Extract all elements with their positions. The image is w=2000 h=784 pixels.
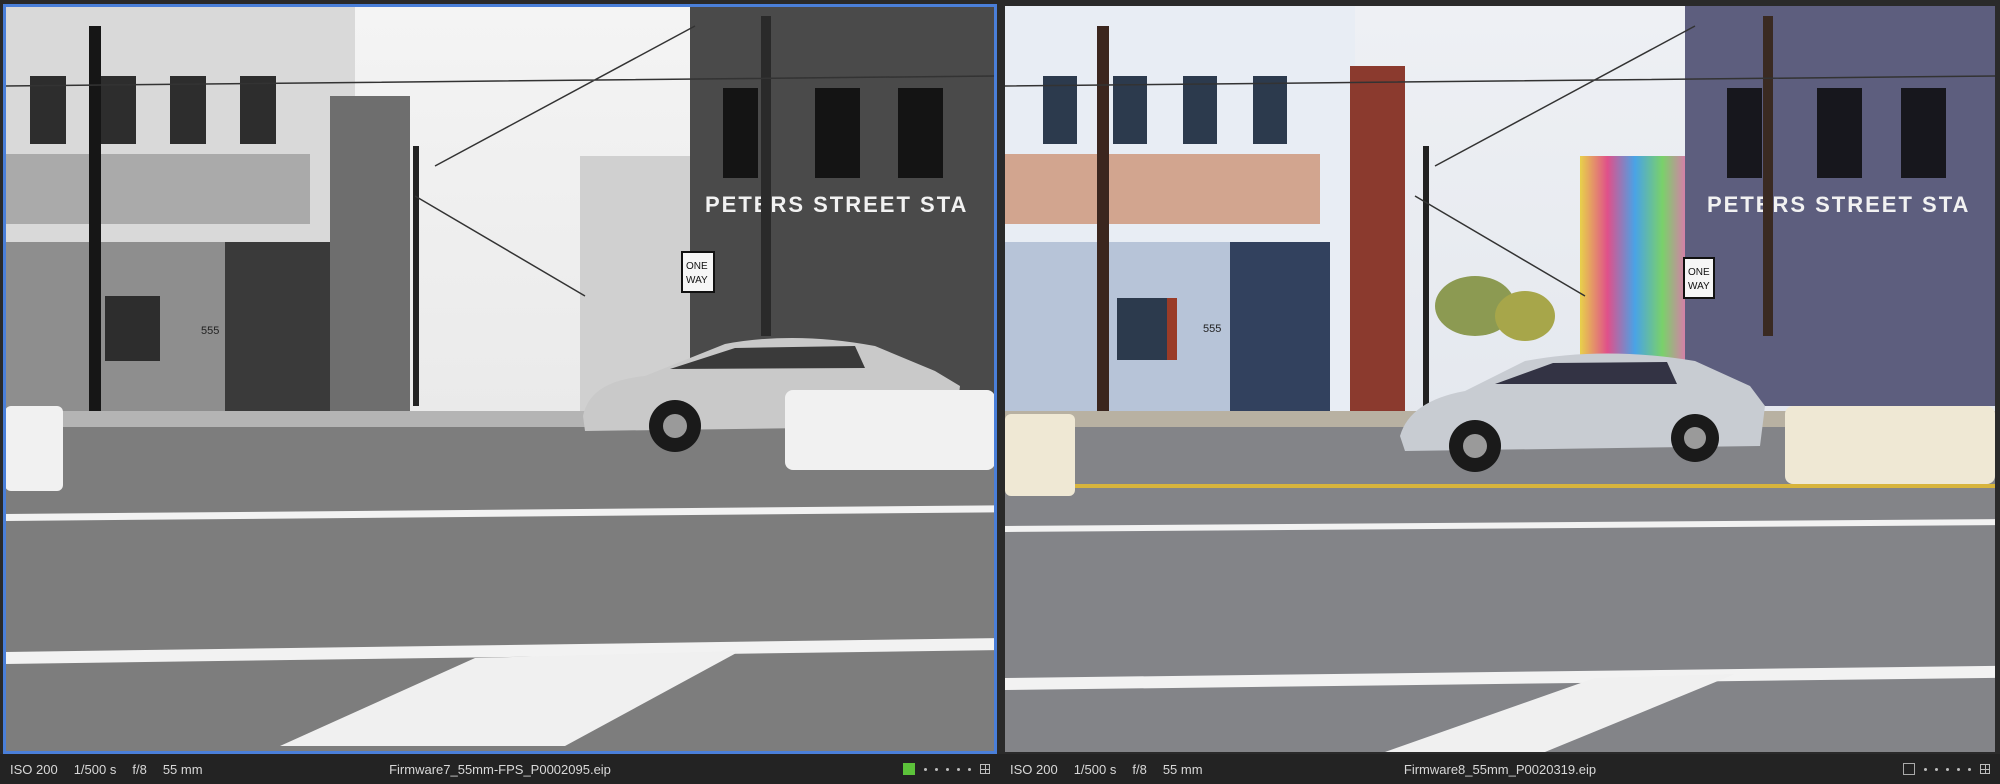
building-sign: PETERS STREET STA — [1707, 192, 1970, 217]
address-number: 555 — [1203, 323, 1221, 335]
one-way-sign-bottom: WAY — [1688, 281, 1710, 292]
rating-dot[interactable] — [1924, 767, 1927, 771]
focal-length-value: 55 mm — [162, 761, 203, 777]
left-image-viewer[interactable]: 555 PETERS STREET STA ONE WAY ISO 200 1/… — [0, 0, 1000, 784]
iso-value: ISO 200 — [10, 761, 58, 777]
rating-dot[interactable] — [935, 767, 938, 771]
rating-dot[interactable] — [924, 767, 927, 771]
one-way-sign-bottom: WAY — [686, 275, 708, 286]
star-rating[interactable] — [924, 767, 971, 771]
color-label-swatch[interactable] — [903, 763, 915, 775]
rating-dot[interactable] — [1957, 767, 1960, 771]
right-image-viewer[interactable]: 555 PETERS STREET STA ONE WAY ISO 200 1/… — [1000, 0, 2000, 784]
rating-controls[interactable] — [1903, 763, 1990, 775]
shutter-value: 1/500 s — [73, 761, 117, 777]
rating-controls[interactable] — [903, 763, 990, 775]
rating-dot[interactable] — [1946, 767, 1949, 771]
left-photo[interactable]: 555 PETERS STREET STA ONE WAY — [3, 4, 997, 754]
filename: Firmware8_55mm_P0020319.eip — [1403, 761, 1597, 777]
focal-length-value: 55 mm — [1162, 761, 1203, 777]
star-rating[interactable] — [1924, 767, 1971, 771]
one-way-sign-top: ONE — [686, 261, 708, 272]
grid-icon[interactable] — [980, 764, 990, 774]
rating-dot[interactable] — [968, 767, 971, 771]
building-sign: PETERS STREET STA — [705, 192, 968, 217]
iso-value: ISO 200 — [1010, 761, 1058, 777]
color-label-swatch[interactable] — [1903, 763, 1915, 775]
right-photo[interactable]: 555 PETERS STREET STA ONE WAY — [1005, 6, 1995, 752]
rating-dot[interactable] — [946, 767, 949, 771]
rating-dot[interactable] — [1968, 767, 1971, 771]
one-way-sign-top: ONE — [1688, 267, 1710, 278]
right-status-bar: ISO 200 1/500 s f/8 55 mm Firmware8_55mm… — [1000, 754, 2000, 784]
aperture-value: f/8 — [132, 761, 147, 777]
left-status-bar: ISO 200 1/500 s f/8 55 mm Firmware7_55mm… — [0, 754, 1000, 784]
rating-dot[interactable] — [957, 767, 960, 771]
grid-icon[interactable] — [1980, 764, 1990, 774]
aperture-value: f/8 — [1132, 761, 1147, 777]
shutter-value: 1/500 s — [1073, 761, 1117, 777]
rating-dot[interactable] — [1935, 767, 1938, 771]
address-number: 555 — [201, 325, 219, 337]
filename: Firmware7_55mm-FPS_P0002095.eip — [389, 761, 611, 777]
